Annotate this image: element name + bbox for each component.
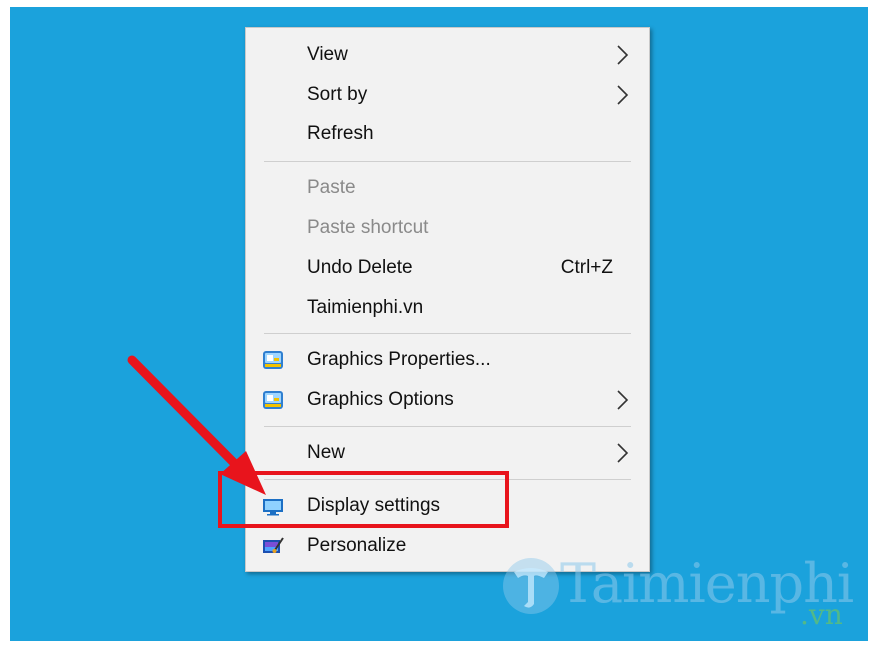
taimienphi-logo-icon [503, 558, 559, 614]
menu-item-paste[interactable]: Paste [246, 169, 649, 207]
menu-item-undo-delete[interactable]: Undo Delete Ctrl+Z [246, 249, 649, 287]
chevron-right-icon [617, 85, 629, 105]
screenshot-frame: View Sort by Refresh Paste Paste shortcu… [0, 0, 870, 649]
menu-item-new[interactable]: New [246, 434, 649, 472]
menu-item-refresh[interactable]: Refresh [246, 115, 649, 153]
menu-separator [264, 333, 631, 334]
chevron-right-icon [617, 45, 629, 65]
chevron-right-icon [617, 443, 629, 463]
menu-item-label: Graphics Properties... [307, 349, 491, 370]
intel-graphics-icon [263, 391, 283, 409]
personalize-icon [263, 537, 284, 553]
intel-graphics-icon [263, 351, 283, 369]
menu-item-paste-shortcut[interactable]: Paste shortcut [246, 209, 649, 247]
menu-item-shortcut: Ctrl+Z [560, 257, 613, 278]
watermark-domain-text: .vn [800, 598, 843, 631]
taimienphi-watermark: Taimienphi .vn [490, 540, 870, 640]
chevron-right-icon [617, 390, 629, 410]
menu-item-sort-by[interactable]: Sort by [246, 76, 649, 114]
menu-item-label: Personalize [307, 535, 407, 556]
highlight-box-annotation [218, 471, 509, 528]
menu-separator [264, 161, 631, 162]
menu-item-graphics-options[interactable]: Graphics Options [246, 381, 649, 419]
menu-item-label: Taimienphi.vn [307, 297, 424, 318]
menu-item-graphics-properties[interactable]: Graphics Properties... [246, 341, 649, 379]
menu-item-label: New [307, 442, 346, 463]
menu-item-label: Paste [307, 177, 356, 198]
menu-item-label: Sort by [307, 84, 368, 105]
menu-item-label: Undo Delete [307, 257, 413, 278]
menu-separator [264, 426, 631, 427]
menu-item-taimienphi[interactable]: Taimienphi.vn [246, 289, 649, 327]
menu-item-view[interactable]: View [246, 36, 649, 74]
menu-item-label: Graphics Options [307, 389, 454, 410]
menu-item-label: Refresh [307, 123, 374, 144]
menu-item-label: Paste shortcut [307, 217, 429, 238]
menu-item-label: View [307, 44, 348, 65]
